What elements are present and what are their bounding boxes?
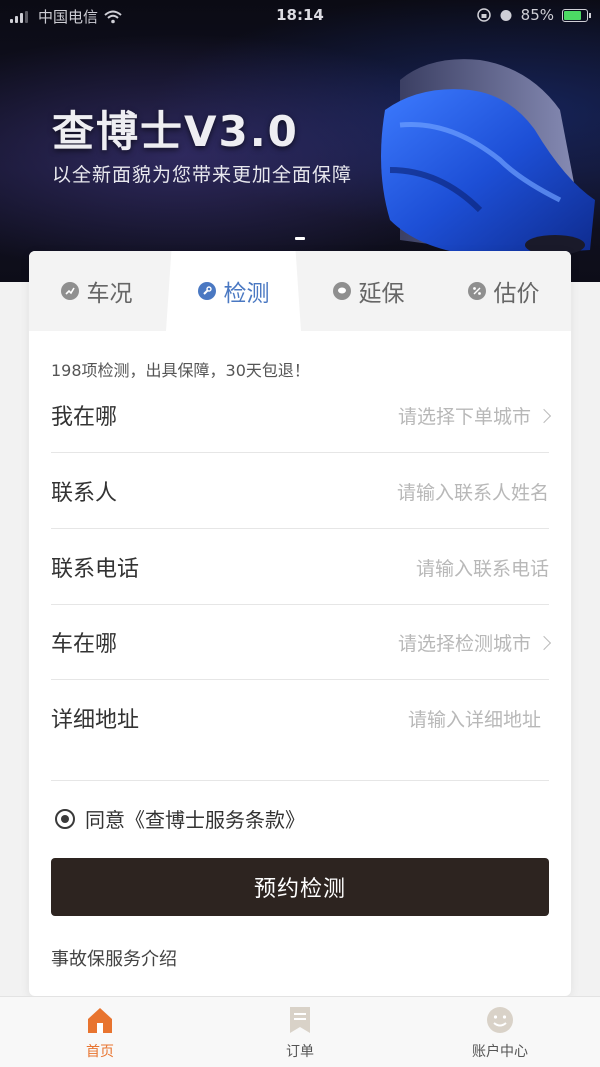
alarm-icon [500,10,512,21]
chat-icon [332,282,351,300]
wrench-icon [197,282,216,300]
tab-condition[interactable]: 车况 [29,251,164,331]
tab-label: 车况 [86,281,133,307]
tab-warranty[interactable]: 延保 [301,251,436,331]
field-label: 联系电话 [51,557,140,582]
form-row-location[interactable]: 我在哪 请选择下单城市 [51,377,552,453]
banner-pagination[interactable] [0,237,600,240]
phone-input[interactable]: 请输入联系电话 [416,554,549,581]
status-right: 85% [476,6,591,24]
covered-car-image [381,59,595,256]
field-placeholder: 请输入联系电话 [415,558,549,580]
service-tabs: 车况 检测 延保 估价 [29,251,571,331]
tab-label: 估价 [493,281,540,307]
chart-icon [60,282,79,300]
banner-subtitle: 以全新面貌为您带来更加全面保障 [52,164,353,186]
form-row-contact[interactable]: 联系人 请输入联系人姓名 [51,453,549,529]
address-input[interactable]: 请输入详细地址 [408,705,541,732]
nav-label: 账户中心 [472,1043,528,1060]
field-label: 车在哪 [51,632,118,657]
field-placeholder: 请输入联系人姓名 [396,482,549,504]
battery-percent: 85% [520,6,554,24]
field-placeholder: 请输入详细地址 [407,709,541,731]
nav-label: 订单 [286,1043,314,1060]
book-inspection-button[interactable]: 预约检测 [51,858,549,916]
tab-label: 延保 [358,281,405,307]
field-label: 详细地址 [51,708,140,733]
contact-name-input[interactable]: 请输入联系人姓名 [397,478,549,505]
banner-title: 查博士V3.0 [52,107,299,156]
service-card: 车况 检测 延保 估价 198项检测，出具保障，30天包退！ 我在哪 请选择下单… [29,251,571,996]
form-row-address[interactable]: 详细地址 请输入详细地址 [51,680,549,781]
form-row-phone[interactable]: 联系电话 请输入联系电话 [51,529,549,605]
service-intro-link[interactable]: 事故保服务介绍 [51,945,177,971]
field-placeholder: 请选择检测城市 [397,633,531,655]
battery-icon [562,8,591,22]
field-label: 联系人 [51,481,118,506]
field-label: 我在哪 [51,405,118,430]
bookmark-icon [290,1006,310,1033]
tab-label: 检测 [223,281,270,307]
field-placeholder: 请选择下单城市 [397,406,531,428]
lock-rotation-icon [476,8,491,22]
home-icon [88,1007,112,1033]
radio-checked-icon [55,808,75,829]
status-bar: 中国电信 18:14 85% [0,0,600,30]
bottom-tab-bar: 首页 订单 账户中心 [0,996,600,1067]
chevron-right-icon [536,635,552,650]
smiley-icon [487,1006,513,1033]
tab-inspection[interactable]: 检测 [166,251,301,331]
nav-account[interactable]: 账户中心 [400,997,600,1067]
agreement-checkbox[interactable]: 同意《查博士服务条款》 [55,804,305,833]
nav-label: 首页 [86,1043,114,1060]
tab-valuation[interactable]: 估价 [436,251,571,331]
agreement-text[interactable]: 同意《查博士服务条款》 [85,804,305,833]
chevron-right-icon [536,408,552,423]
nav-home[interactable]: 首页 [0,997,200,1067]
percent-icon [467,282,486,300]
form-row-car-location[interactable]: 车在哪 请选择检测城市 [51,604,552,680]
city-picker[interactable]: 请选择下单城市 [397,402,552,429]
hero-banner[interactable]: 中国电信 18:14 85% 查博士V3.0 以全新面貌为您带来更加全面保障 [0,0,600,282]
inspection-city-picker[interactable]: 请选择检测城市 [397,629,552,656]
nav-orders[interactable]: 订单 [200,997,400,1067]
